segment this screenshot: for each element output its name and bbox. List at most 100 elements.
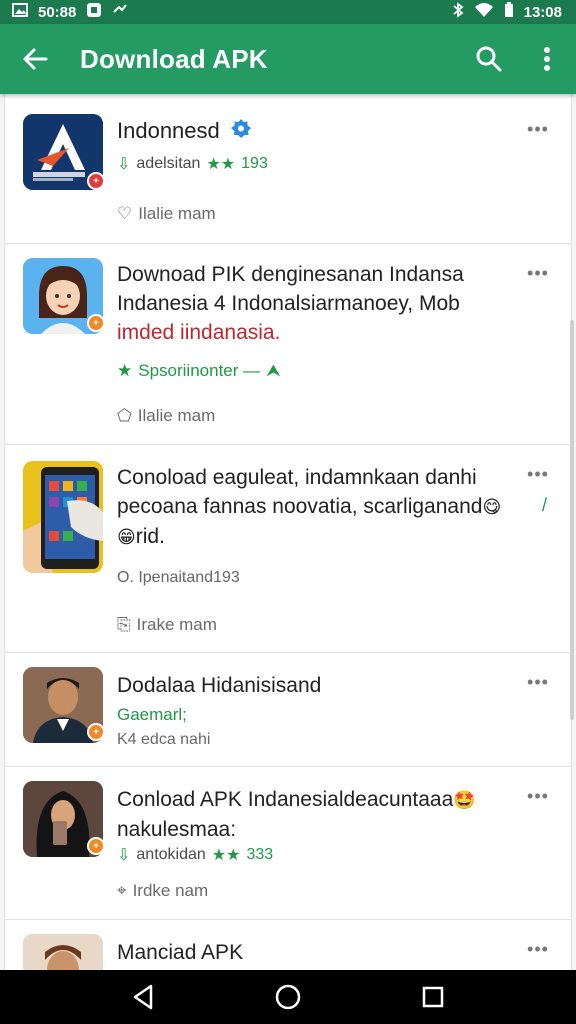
item-more-button[interactable]: ••• [523, 787, 553, 811]
nav-recents-button[interactable] [403, 970, 463, 1024]
item-title-line-wrap: Conload APK Indanesialdeacuntaaa🤩 [117, 785, 513, 815]
wifi-icon [474, 2, 494, 22]
item-title: Manciad APK [117, 941, 244, 964]
item-rating: 193 [241, 155, 268, 172]
system-nav-bar [0, 970, 576, 1024]
tag-icon: ⎘ [117, 615, 131, 634]
badge-icon: + [87, 723, 105, 741]
item-action-text: Irdke nam [132, 881, 209, 900]
emoji-icon: 🤩 [453, 790, 476, 810]
star-icon: ★★ [206, 156, 236, 173]
item-meta: O. Ipenaitand193 [117, 569, 240, 587]
item-title-line: Conload APK Indanesialdeacuntaaa [117, 788, 454, 811]
square-recents-icon [423, 986, 444, 1008]
nav-home-button[interactable] [258, 970, 318, 1024]
list-item[interactable]: + Indonnesd ••• ⇩ adelsitan ★★ 193 ♡ Ila… [5, 94, 571, 244]
badge-icon: + [87, 172, 105, 190]
list-item[interactable]: + Conload APK Indanesialdeacuntaaa🤩 naku… [5, 767, 571, 920]
item-meta: K4 edca nahi [117, 731, 210, 749]
item-title-line: Conoload eaguleat, indamnkaan danhi [117, 466, 477, 489]
item-action[interactable]: ⎘ Irake mam [117, 615, 217, 635]
page-title: Download APK [80, 43, 268, 74]
apk-list[interactable]: + Indonnesd ••• ⇩ adelsitan ★★ 193 ♡ Ila… [0, 94, 576, 970]
item-more-button[interactable]: ••• [523, 940, 553, 964]
item-title: Downoad PIK denginesanan Indansa Indanes… [117, 260, 513, 347]
battery-icon [504, 2, 514, 22]
star-icon: ★ [117, 361, 133, 380]
badge-icon: + [87, 314, 105, 332]
item-pin-icon: / [541, 495, 547, 515]
more-vert-icon [544, 47, 550, 71]
tag-icon: ⌖ [117, 881, 127, 900]
overflow-menu-button[interactable] [518, 24, 576, 94]
emoji-grin-icon: 😁 [117, 527, 136, 547]
app-bar: Download APK [0, 24, 576, 94]
item-meta-text: antokidan [136, 846, 206, 863]
avatar-person-icon [23, 934, 103, 970]
item-subtitle: Gaemarl; [117, 705, 187, 725]
emoji-smile-icon: 😋 [482, 497, 502, 517]
tag-icon: ⬠ [117, 406, 132, 425]
app-thumbnail [23, 934, 103, 970]
item-title-line: nakulesmaa: [117, 818, 237, 841]
item-title: Conload APK Indanesialdeacuntaaa🤩 nakule… [117, 785, 513, 844]
bluetooth-icon [452, 2, 464, 22]
item-title-line: Downoad PIK denginesanan Indansa [117, 263, 464, 286]
signal-arrow-icon [112, 2, 128, 22]
item-title-line: Indanesia 4 Indonalsiarmanoey, Mob [117, 292, 460, 315]
app-notification-icon [86, 2, 102, 22]
list-item[interactable]: + Dodalaa Hidanisisand ••• Gaemarl; K4 e… [5, 653, 571, 767]
tag-icon: ♡ [117, 204, 133, 223]
item-title-line: pecoana fannas noovatia, scarliganand [117, 495, 483, 518]
item-meta: ⇩ antokidan ★★ 333 [117, 845, 273, 865]
item-action[interactable]: ♡ Ilalie mam [117, 204, 216, 224]
item-title: Dodalaa Hidanisisand [117, 674, 322, 697]
item-action[interactable]: ⬠ Ilalie mam [117, 406, 215, 426]
status-time: 13:08 [523, 3, 562, 21]
item-meta-text: adelsitan [136, 155, 201, 172]
back-button[interactable] [0, 24, 70, 94]
item-meta-text: K4 edca nahi [117, 731, 211, 748]
search-button[interactable] [460, 24, 518, 94]
item-more-button[interactable]: ••• [523, 465, 553, 489]
item-meta: ⇩ adelsitan ★★ 193 [117, 154, 268, 174]
search-icon [476, 46, 502, 72]
item-meta-text: Spsoriinonter — [138, 361, 261, 380]
download-icon: ⇩ [117, 847, 131, 864]
star-icon: ★★ [211, 847, 241, 864]
arrow-back-icon [23, 48, 48, 70]
status-bar: 50:88 13:08 [0, 0, 576, 24]
app-thumbnail [23, 461, 103, 573]
list-card: + Indonnesd ••• ⇩ adelsitan ★★ 193 ♡ Ila… [4, 94, 572, 970]
image-notification-icon [12, 2, 28, 22]
item-title-text: Indonnesd [117, 118, 220, 143]
arrow-up-icon: ⮝ [266, 361, 281, 380]
item-action[interactable]: ⌖ Irdke nam [117, 881, 208, 901]
list-item[interactable]: + Downoad PIK denginesanan Indansa Indan… [5, 244, 571, 445]
item-action-text: Ilalie mam [137, 406, 216, 425]
scrollbar[interactable] [570, 320, 574, 720]
item-action-text: Irake mam [136, 615, 217, 634]
badge-icon: + [87, 837, 105, 855]
item-rating: 333 [246, 846, 274, 863]
verified-icon [230, 118, 252, 147]
item-title: Indonnesd [117, 116, 513, 147]
item-subtitle-text: Gaemarl; [117, 705, 187, 724]
download-icon: ⇩ [117, 156, 131, 173]
item-more-button[interactable]: ••• [523, 673, 553, 697]
list-item[interactable]: Conoload eaguleat, indamnkaan danhi peco… [5, 445, 571, 653]
item-title-line: imded iindanasia. [117, 321, 281, 344]
item-title-line-wrap: pecoana fannas noovatia, scarliganand😋 [117, 492, 507, 522]
item-meta: ★ Spsoriinonter — ⮝ [117, 361, 281, 381]
nav-back-button[interactable] [113, 970, 173, 1024]
circle-home-icon [275, 984, 301, 1010]
list-item[interactable]: Manciad APK ••• [5, 920, 571, 970]
item-meta-text: O. Ipenaitand193 [117, 569, 240, 586]
item-title-line-wrap: 😁rid. [117, 522, 507, 552]
item-action-text: Ilalie mam [138, 204, 216, 223]
screen: 50:88 13:08 Download APK + Indonnesd •••… [0, 0, 576, 1024]
phone-in-hand-icon [23, 461, 103, 573]
item-title: Conoload eaguleat, indamnkaan danhi peco… [117, 463, 507, 552]
item-more-button[interactable]: ••• [523, 120, 553, 144]
item-more-button[interactable]: ••• [523, 264, 553, 288]
